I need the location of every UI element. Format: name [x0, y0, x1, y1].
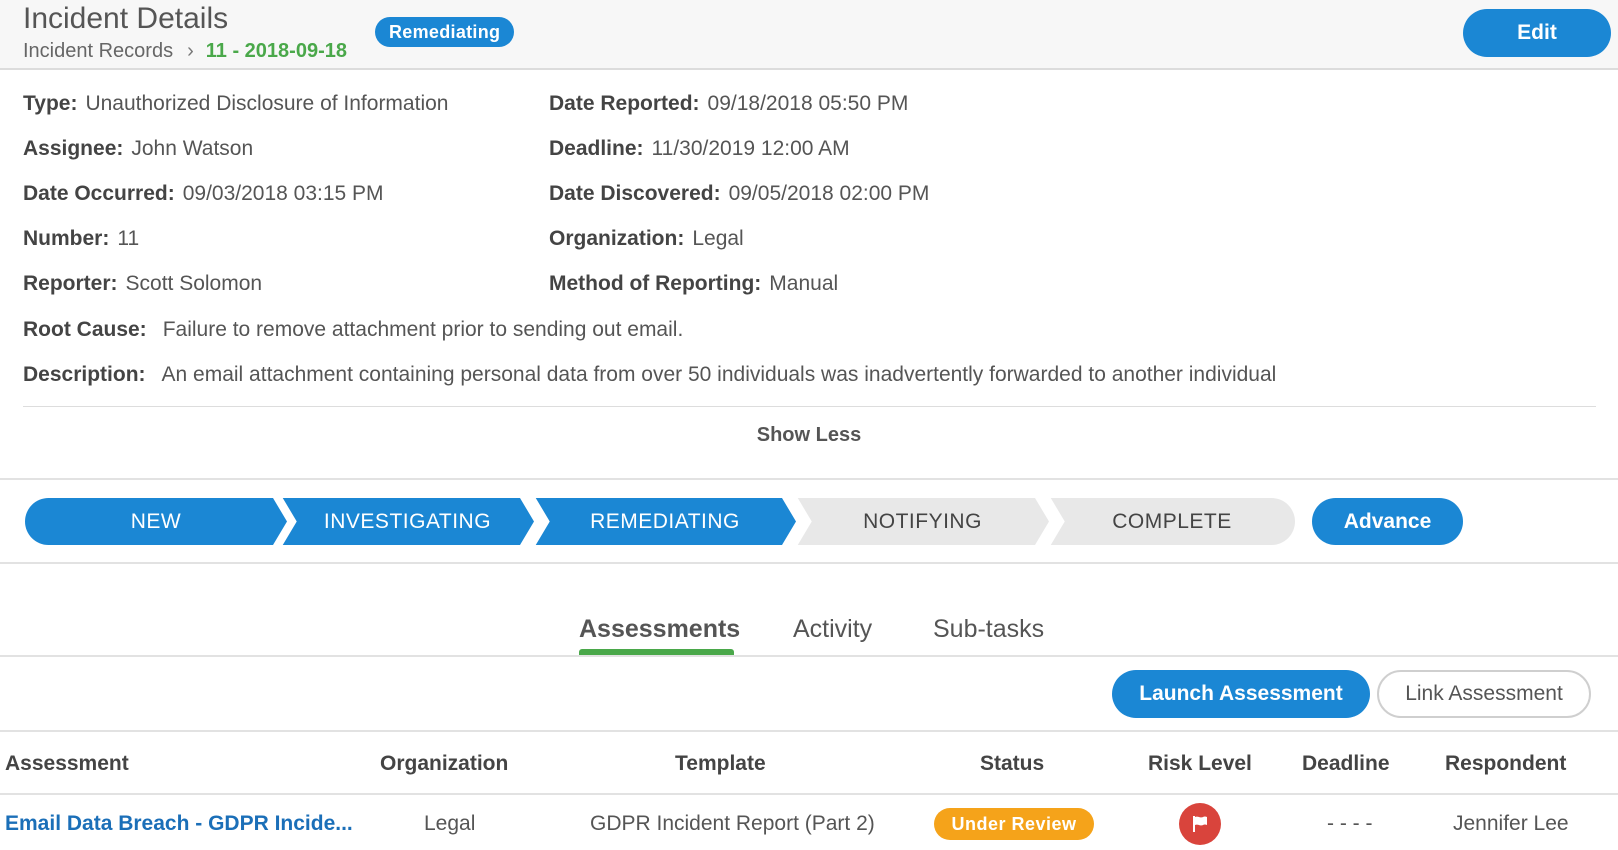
detail-label: Date Occurred: [23, 182, 175, 205]
step-label: INVESTIGATING [323, 509, 492, 533]
detail-label: Deadline: [549, 137, 644, 160]
chevron-right-icon: › [187, 40, 194, 62]
detail-description: Description: An email attachment containi… [23, 363, 1276, 387]
detail-deadline: Deadline: 11/30/2019 12:00 AM [549, 137, 850, 161]
detail-type: Type: Unauthorized Disclosure of Informat… [23, 92, 448, 116]
column-header-organization[interactable]: Organization [380, 752, 508, 776]
detail-number: Number: 11 [23, 227, 139, 251]
launch-assessment-button[interactable]: Launch Assessment [1112, 670, 1370, 718]
row-deadline: - - - - [1327, 812, 1373, 835]
detail-method-of-reporting: Method of Reporting: Manual [549, 272, 838, 296]
detail-organization: Organization: Legal [549, 227, 744, 251]
step-new[interactable]: NEW [25, 498, 287, 545]
detail-value: Manual [769, 272, 839, 295]
detail-value: 11/30/2019 12:00 AM [651, 137, 850, 160]
column-header-respondent[interactable]: Respondent [1445, 752, 1566, 776]
detail-value: 09/18/2018 05:50 PM [707, 92, 909, 115]
step-remediating[interactable]: REMEDIATING [534, 498, 796, 545]
details-divider [23, 406, 1596, 407]
step-label: COMPLETE [1112, 509, 1232, 533]
breadcrumb-link-incident-records[interactable]: Incident Records [23, 40, 173, 63]
tab-activity[interactable]: Activity [793, 615, 872, 644]
detail-label: Date Discovered: [549, 182, 721, 205]
column-header-template[interactable]: Template [675, 752, 766, 776]
step-label: REMEDIATING [590, 509, 740, 533]
workflow-stepper: NEW INVESTIGATING REMEDIATING NOTIFYING … [25, 498, 1295, 545]
tab-sub-tasks[interactable]: Sub-tasks [933, 615, 1044, 644]
detail-value: 11 [117, 227, 140, 250]
tabs-divider [0, 655, 1618, 657]
advance-button[interactable]: Advance [1312, 498, 1463, 545]
link-assessment-button[interactable]: Link Assessment [1377, 670, 1591, 718]
detail-label: Date Reported: [549, 92, 700, 115]
detail-reporter: Reporter: Scott Solomon [23, 272, 262, 296]
column-header-deadline[interactable]: Deadline [1302, 752, 1390, 776]
section-divider [0, 562, 1618, 564]
detail-value: 09/03/2018 03:15 PM [182, 182, 384, 205]
breadcrumb-current: 11 - 2018-09-18 [205, 40, 347, 62]
detail-label: Method of Reporting: [549, 272, 762, 295]
assessment-link[interactable]: Email Data Breach - GDPR Incide... [5, 812, 353, 836]
page-header: Incident Details Remediating Incident Re… [0, 0, 1618, 70]
row-status-badge: Under Review [934, 808, 1094, 840]
column-header-assessment[interactable]: Assessment [5, 752, 129, 776]
edit-button[interactable]: Edit [1463, 9, 1611, 57]
step-investigating[interactable]: INVESTIGATING [281, 498, 534, 545]
detail-label: Assignee: [23, 137, 124, 160]
detail-label: Number: [23, 227, 110, 250]
step-complete[interactable]: COMPLETE [1049, 498, 1295, 545]
row-organization: Legal [424, 812, 476, 835]
detail-value: 09/05/2018 02:00 PM [728, 182, 930, 205]
detail-root-cause: Root Cause: Failure to remove attachment … [23, 318, 683, 342]
show-less-link[interactable]: Show Less [0, 424, 1618, 447]
column-header-status[interactable]: Status [980, 752, 1044, 776]
detail-value: Unauthorized Disclosure of Information [85, 92, 449, 115]
detail-date-reported: Date Reported: 09/18/2018 05:50 PM [549, 92, 908, 116]
step-notifying[interactable]: NOTIFYING [796, 498, 1049, 545]
detail-value: An email attachment containing personal … [161, 363, 1277, 386]
detail-date-occurred: Date Occurred: 09/03/2018 03:15 PM [23, 182, 384, 206]
row-template: GDPR Incident Report (Part 2) [590, 812, 875, 835]
detail-value: John Watson [131, 137, 254, 160]
section-divider [0, 478, 1618, 480]
row-respondent: Jennifer Lee [1453, 812, 1569, 835]
detail-value: Legal [692, 227, 744, 250]
table-top-divider [0, 730, 1618, 732]
step-label: NEW [130, 509, 182, 533]
detail-date-discovered: Date Discovered: 09/05/2018 02:00 PM [549, 182, 929, 206]
detail-label: Type: [23, 92, 78, 115]
detail-value: Scott Solomon [125, 272, 263, 295]
detail-value: Failure to remove attachment prior to se… [162, 318, 684, 341]
detail-label: Description: [23, 363, 146, 386]
detail-label: Root Cause: [23, 318, 147, 341]
breadcrumb: Incident Records › 11 - 2018-09-18 [23, 40, 347, 63]
tab-assessments[interactable]: Assessments [579, 615, 740, 644]
detail-label: Organization: [549, 227, 685, 250]
detail-assignee: Assignee: John Watson [23, 137, 253, 161]
flag-icon [1193, 816, 1207, 832]
column-header-risk-level[interactable]: Risk Level [1148, 752, 1252, 776]
table-header-divider [0, 793, 1618, 795]
step-label: NOTIFYING [863, 509, 982, 533]
risk-level-badge [1179, 803, 1221, 845]
status-badge: Remediating [375, 17, 515, 47]
detail-label: Reporter: [23, 272, 118, 295]
page-title: Incident Details [23, 2, 229, 35]
